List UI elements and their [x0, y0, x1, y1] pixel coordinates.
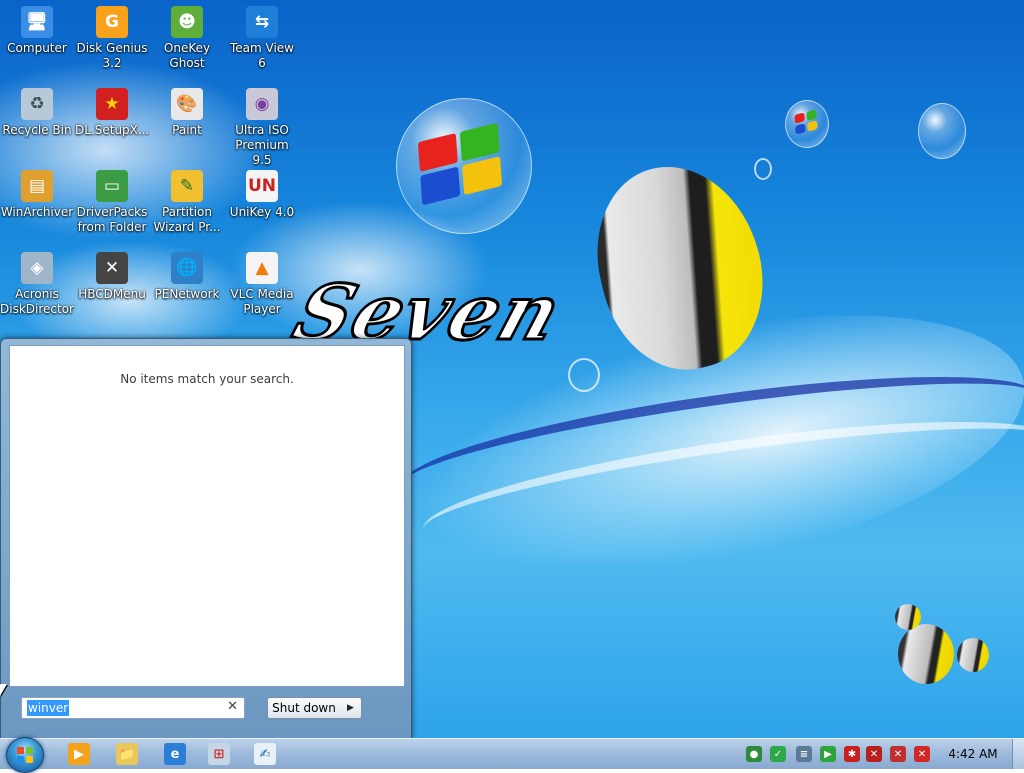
desktop-icon-label: Recycle Bin [2, 123, 72, 137]
desktop-icon-label: Disk Genius 3.2 [76, 41, 148, 70]
desktop-icon-label: DL.SetupX... [75, 123, 150, 137]
play-app-icon[interactable]: ▶ [820, 746, 836, 762]
system-clock[interactable]: 4:42 AM [942, 747, 1004, 761]
red-app-2-icon[interactable]: ✕ [866, 746, 882, 762]
desktop-icon-label: DriverPacks from Folder [76, 205, 148, 234]
partition-wizard-icon: ✎ [171, 170, 203, 202]
no-results-message: No items match your search. [120, 372, 294, 386]
desktop-icon-label: UniKey 4.0 [229, 205, 295, 219]
desktop-icon-label: WinArchiver [0, 205, 74, 219]
recycle-bin-icon: ♻ [21, 88, 53, 120]
desktop-icon-computer[interactable]: 🖥 Computer [0, 6, 74, 56]
unikey-icon: UN [246, 170, 278, 202]
desktop-icon-penetwork[interactable]: 🌐 PENetwork [150, 252, 224, 302]
search-results-panel: No items match your search. [9, 345, 405, 687]
desktop-icon-recycle-bin[interactable]: ♻ Recycle Bin [0, 88, 74, 138]
media-player-icon[interactable]: ▶ [68, 743, 90, 765]
paint-icon: 🎨 [171, 88, 203, 120]
team-view-icon: ⇆ [246, 6, 278, 38]
volume-muted-icon[interactable]: ✕ [914, 746, 930, 762]
acronis-icon: ◈ [21, 252, 53, 284]
desktop-icon-label: Computer [7, 41, 67, 55]
dl-setup-icon: ★ [96, 88, 128, 120]
ultra-iso-icon: ◉ [246, 88, 278, 120]
desktop-icon-hbcdmenu[interactable]: ✕ HBCDMenu [75, 252, 149, 302]
stack-app-icon[interactable]: ≡ [796, 746, 812, 762]
display-error-icon[interactable]: ✕ [890, 746, 906, 762]
air-bubble [754, 158, 772, 180]
desktop-icon-acronis[interactable]: ◈ Acronis DiskDirector [0, 252, 74, 317]
onekey-ghost-icon: ☻ [171, 6, 203, 38]
desktop-icon-label: PENetwork [154, 287, 220, 301]
desktop-icon-disk-genius[interactable]: G Disk Genius 3.2 [75, 6, 149, 71]
disk-genius-icon: G [96, 6, 128, 38]
hbcdmenu-icon: ✕ [96, 252, 128, 284]
desktop-icon-team-view[interactable]: ⇆ Team View 6 [225, 6, 299, 71]
fish [895, 604, 921, 630]
windows-logo-icon [17, 747, 33, 763]
red-app-icon[interactable]: ✱ [844, 746, 860, 762]
desktop-icon-ultra-iso[interactable]: ◉ Ultra ISO Premium 9.5 [225, 88, 299, 168]
desktop-icon-winarchiver[interactable]: ▤ WinArchiver [0, 170, 74, 220]
desktop-icon-paint[interactable]: 🎨 Paint [150, 88, 224, 138]
desktop-icon-partition-wizard[interactable]: ✎ Partition Wizard Pr... [150, 170, 224, 235]
search-input-value[interactable]: winver [27, 700, 70, 716]
desktop-icon-onekey-ghost[interactable]: ☻ OneKey Ghost [150, 6, 224, 71]
desktop-icon-label: HBCDMenu [78, 287, 146, 301]
logo-bubble [918, 103, 966, 159]
clear-search-icon[interactable]: ✕ [227, 699, 238, 714]
fish [957, 638, 989, 672]
winarchiver-icon: ▤ [21, 170, 53, 202]
paint-tool-icon[interactable]: ✍ [254, 743, 276, 765]
internet-explorer-icon[interactable]: e [164, 743, 186, 765]
mouse-cursor-icon [0, 684, 7, 696]
desktop-icon-label: Team View 6 [229, 41, 294, 70]
desktop-icon-label: VLC Media Player [230, 287, 294, 316]
desktop-icon-label: Paint [172, 123, 202, 137]
air-bubble [568, 358, 600, 392]
driverpacks-icon: ▭ [96, 170, 128, 202]
network-globe-icon[interactable]: ● [746, 746, 762, 762]
vlc-icon: ▲ [246, 252, 278, 284]
search-input[interactable]: winver ✕ [21, 697, 245, 719]
desktop-icon-label: OneKey Ghost [163, 41, 211, 70]
show-desktop-button[interactable] [1012, 739, 1024, 769]
desktop-icon-driverpacks[interactable]: ▭ DriverPacks from Folder [75, 170, 149, 235]
shutdown-button[interactable]: Shut down [267, 697, 341, 719]
computer-icon: 🖥 [21, 6, 53, 38]
desktop-icon-label: Ultra ISO Premium 9.5 [235, 123, 289, 167]
penetwork-icon: 🌐 [171, 252, 203, 284]
desktop-icon-unikey[interactable]: UN UniKey 4.0 [225, 170, 299, 220]
desktop-icon-label: Partition Wizard Pr... [153, 205, 221, 234]
desktop-icon-label: Acronis DiskDirector [0, 287, 74, 316]
network-tool-icon[interactable]: ⊞ [208, 743, 230, 765]
start-menu: No items match your search. winver ✕ Shu… [0, 338, 412, 740]
security-check-icon[interactable]: ✓ [770, 746, 786, 762]
fish [898, 624, 954, 684]
shutdown-options-arrow-icon[interactable]: ▶ [340, 697, 362, 719]
desktop-icon-vlc[interactable]: ▲ VLC Media Player [225, 252, 299, 317]
desktop-icon-dl-setup[interactable]: ★ DL.SetupX... [75, 88, 149, 138]
taskbar: ▶ 📁 e ⊞ ✍ ● ✓ ≡ ▶ ✱ ✕ ✕ ✕ 4:42 AM [0, 737, 1024, 773]
explorer-icon[interactable]: 📁 [116, 743, 138, 765]
